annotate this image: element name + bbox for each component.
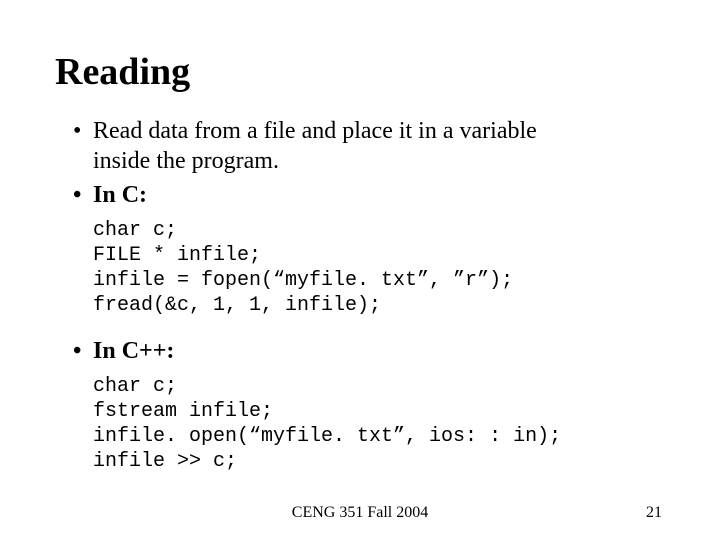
bullet-list: In C++:: [55, 336, 665, 366]
slide: Reading Read data from a file and place …: [0, 0, 720, 540]
code-block-c: char c; FILE * infile; infile = fopen(“m…: [93, 218, 665, 318]
bullet-item: In C:: [73, 180, 665, 210]
bullet-text-line: inside the program.: [93, 148, 279, 174]
bullet-list: Read data from a file and place it in a …: [55, 116, 665, 210]
bullet-text: In C++:: [93, 338, 174, 364]
bullet-item: In C++:: [73, 336, 665, 366]
slide-title: Reading: [55, 50, 665, 94]
page-number: 21: [646, 504, 662, 522]
bullet-item: Read data from a file and place it in a …: [73, 116, 665, 176]
bullet-text: In C:: [93, 182, 147, 208]
code-block-cpp: char c; fstream infile; infile. open(“my…: [93, 374, 665, 474]
bullet-text-line: Read data from a file and place it in a …: [93, 118, 537, 144]
footer-center: CENG 351 Fall 2004: [0, 504, 720, 522]
